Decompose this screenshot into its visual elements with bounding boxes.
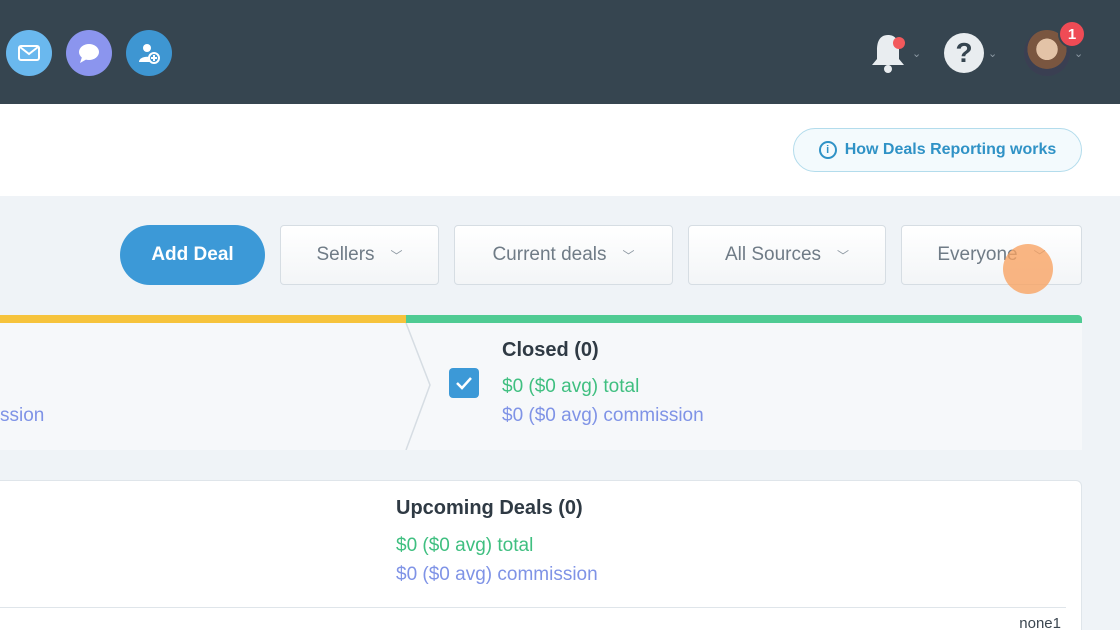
chevron-down-icon: ﹀ — [390, 248, 403, 263]
add-contact-icon[interactable] — [126, 30, 172, 76]
table-cell-value: none1 — [1019, 615, 1061, 630]
closed-stage-commission: $0 ($0 avg) commission — [502, 405, 704, 426]
stage-separator — [405, 323, 431, 450]
chevron-down-icon: ⌄ — [912, 47, 922, 60]
closed-stage-title: Closed (0) — [502, 339, 599, 361]
help-menu[interactable]: ? ⌄ — [944, 28, 997, 78]
chevron-down-icon: ﹀ — [622, 248, 635, 263]
stage-progress-bar — [0, 315, 406, 323]
stage-commission: ssion — [0, 405, 45, 426]
sellers-filter[interactable]: Sellers ﹀ — [280, 225, 439, 285]
mail-icon[interactable] — [6, 30, 52, 76]
chat-icon[interactable] — [66, 30, 112, 76]
deal-status-filter-label: Current deals — [492, 244, 607, 265]
notifications-menu[interactable]: ⌄ — [868, 28, 921, 78]
add-deal-button[interactable]: Add Deal — [120, 225, 265, 285]
top-nav-bar: ⌄ ? ⌄ 1 ⌄ — [0, 0, 1120, 104]
checkmark-icon — [456, 377, 472, 390]
chevron-down-icon: ﹀ — [837, 248, 850, 263]
page-header: i How Deals Reporting works — [0, 104, 1120, 196]
profile-badge: 1 — [1058, 20, 1086, 48]
deal-status-filter[interactable]: Current deals ﹀ — [454, 225, 673, 285]
chevron-down-icon: ⌄ — [1074, 47, 1084, 60]
how-deals-reporting-link[interactable]: i How Deals Reporting works — [793, 128, 1082, 172]
sources-filter-label: All Sources — [724, 244, 822, 265]
upcoming-deals-commission: $0 ($0 avg) commission — [396, 564, 598, 585]
divider — [0, 607, 1066, 608]
sellers-filter-label: Sellers — [316, 244, 375, 265]
sources-filter[interactable]: All Sources ﹀ — [688, 225, 886, 285]
avatar[interactable]: 1 — [1024, 20, 1086, 76]
upcoming-deals-card: Upcoming Deals (0) $0 ($0 avg) total $0 … — [0, 480, 1082, 630]
owner-filter-label: Everyone — [937, 244, 1018, 265]
closed-stage-checkbox[interactable] — [449, 368, 479, 398]
owner-filter[interactable]: Everyone ﹀ — [901, 225, 1082, 285]
closed-stage-total: $0 ($0 avg) total — [502, 376, 640, 397]
chevron-down-icon: ⌄ — [988, 47, 998, 60]
notification-dot — [893, 37, 905, 49]
bell-icon[interactable] — [868, 31, 908, 75]
chevron-down-icon: ﹀ — [1033, 248, 1046, 263]
deal-pipeline: ssion Closed (0) $0 ($0 avg) total $0 ($… — [0, 315, 1082, 450]
upcoming-deals-title: Upcoming Deals (0) — [396, 497, 583, 519]
how-deals-reporting-label: How Deals Reporting works — [844, 141, 1057, 158]
help-icon[interactable]: ? — [944, 33, 984, 73]
info-icon: i — [818, 141, 837, 159]
upcoming-deals-total: $0 ($0 avg) total — [396, 535, 534, 556]
profile-menu[interactable]: 1 ⌄ — [1024, 20, 1086, 78]
closed-progress-bar — [406, 315, 1082, 323]
